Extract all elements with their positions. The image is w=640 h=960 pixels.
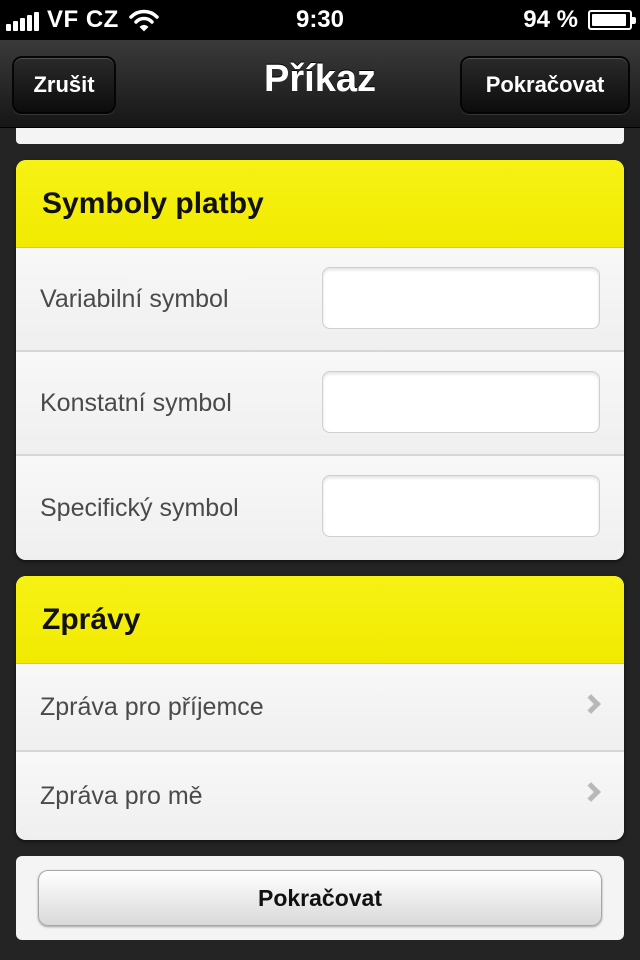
payment-symbols-card: Symboly platby Variabilní symbol Konstat… <box>16 160 624 560</box>
specific-symbol-row: Specifický symbol <box>16 456 624 560</box>
status-bar: VF CZ 9:30 94 % <box>0 0 640 40</box>
content-area[interactable]: Symboly platby Variabilní symbol Konstat… <box>0 128 640 960</box>
variable-symbol-label: Variabilní symbol <box>40 284 229 313</box>
variable-symbol-row: Variabilní symbol <box>16 248 624 352</box>
battery-percentage: 94 % <box>523 6 578 33</box>
variable-symbol-input[interactable] <box>322 267 600 329</box>
messages-header: Zprávy <box>16 576 624 664</box>
battery-level-fill <box>592 14 626 26</box>
footer-panel: Pokračovat <box>16 856 624 940</box>
specific-symbol-label: Specifický symbol <box>40 493 239 522</box>
continue-nav-button[interactable]: Pokračovat <box>460 56 630 114</box>
previous-section-bottom <box>16 128 624 144</box>
message-for-recipient-label: Zpráva pro příjemce <box>40 692 264 721</box>
messages-card: Zprávy Zpráva pro příjemce Zpráva pro mě <box>16 576 624 840</box>
continue-button[interactable]: Pokračovat <box>38 870 602 926</box>
payment-symbols-header: Symboly platby <box>16 160 624 248</box>
battery-icon <box>588 10 636 30</box>
status-right: 94 % <box>523 6 636 34</box>
constant-symbol-label: Konstatní symbol <box>40 388 232 417</box>
message-for-me-row[interactable]: Zpráva pro mě <box>16 752 624 840</box>
constant-symbol-input[interactable] <box>322 371 600 433</box>
constant-symbol-row: Konstatní symbol <box>16 352 624 456</box>
navigation-bar: Zrušit Příkaz Pokračovat <box>0 40 640 128</box>
chevron-right-icon <box>581 782 601 802</box>
chevron-right-icon <box>581 694 601 714</box>
message-for-recipient-row[interactable]: Zpráva pro příjemce <box>16 664 624 752</box>
specific-symbol-input[interactable] <box>322 475 600 537</box>
message-for-me-label: Zpráva pro mě <box>40 781 203 810</box>
